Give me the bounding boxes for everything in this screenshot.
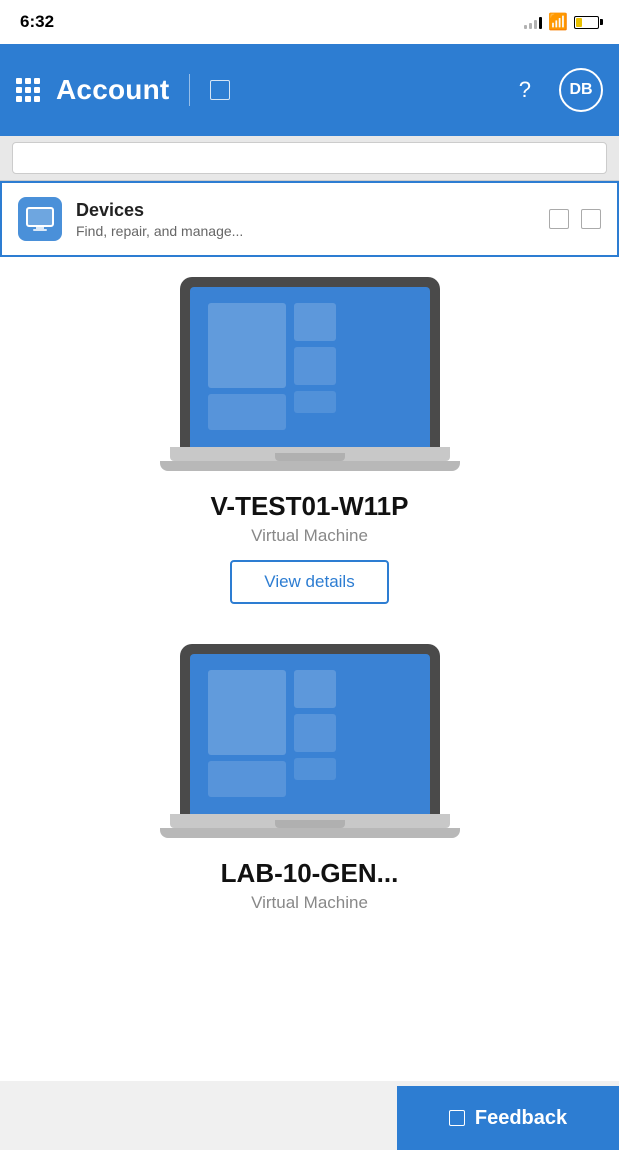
- devices-menu-item[interactable]: Devices Find, repair, and manage...: [0, 181, 619, 257]
- feedback-bar[interactable]: Feedback: [397, 1086, 619, 1150]
- laptop-bottom-0: [160, 461, 460, 471]
- status-icons: 📶: [524, 12, 599, 32]
- devices-text-group: Devices Find, repair, and manage...: [76, 200, 549, 239]
- header-divider: [189, 74, 190, 106]
- feedback-checkbox: [449, 1110, 465, 1126]
- battery-fill: [576, 18, 582, 27]
- device-type-0: Virtual Machine: [251, 526, 368, 546]
- signal-icon: [524, 15, 542, 29]
- avatar[interactable]: DB: [559, 68, 603, 112]
- grid-icon[interactable]: [16, 78, 40, 102]
- monitor-icon: [26, 207, 54, 231]
- checkbox-2[interactable]: [581, 209, 601, 229]
- status-time: 6:32: [20, 12, 54, 32]
- laptop-base-0: [170, 447, 450, 461]
- view-details-button-0[interactable]: View details: [230, 560, 388, 604]
- devices-checkboxes: [549, 209, 601, 229]
- search-bar-area: [0, 136, 619, 181]
- help-button[interactable]: ?: [519, 77, 531, 103]
- device-name-0: V-TEST01-W11P: [211, 491, 409, 522]
- laptop-display-0: [190, 287, 430, 447]
- device-card-0: V-TEST01-W11P Virtual Machine View detai…: [16, 277, 603, 604]
- checkbox-1[interactable]: [549, 209, 569, 229]
- laptop-illustration-0: [160, 277, 460, 471]
- laptop-bottom-1: [160, 828, 460, 838]
- header-title: Account: [56, 74, 169, 106]
- app-header: Account ? DB: [0, 44, 619, 136]
- wifi-icon: 📶: [548, 12, 568, 32]
- laptop-screen-0: [180, 277, 440, 447]
- devices-subtitle: Find, repair, and manage...: [76, 223, 549, 239]
- laptop-illustration-1: [160, 644, 460, 838]
- device-type-1: Virtual Machine: [251, 893, 368, 913]
- search-bar[interactable]: [12, 142, 607, 174]
- feedback-label: Feedback: [475, 1107, 567, 1130]
- device-card-1: LAB-10-GEN... Virtual Machine: [16, 644, 603, 913]
- laptop-screen-1: [180, 644, 440, 814]
- devices-list: V-TEST01-W11P Virtual Machine View detai…: [0, 257, 619, 1013]
- header-square-icon[interactable]: [210, 80, 230, 100]
- devices-icon-container: [18, 197, 62, 241]
- laptop-display-1: [190, 654, 430, 814]
- main-content: Devices Find, repair, and manage...: [0, 181, 619, 1081]
- status-bar: 6:32 📶: [0, 0, 619, 44]
- screen-tiles-1: [208, 670, 336, 797]
- devices-title: Devices: [76, 200, 549, 221]
- laptop-base-1: [170, 814, 450, 828]
- battery-icon: [574, 16, 599, 29]
- device-name-1: LAB-10-GEN...: [221, 858, 399, 889]
- screen-tiles-0: [208, 303, 336, 430]
